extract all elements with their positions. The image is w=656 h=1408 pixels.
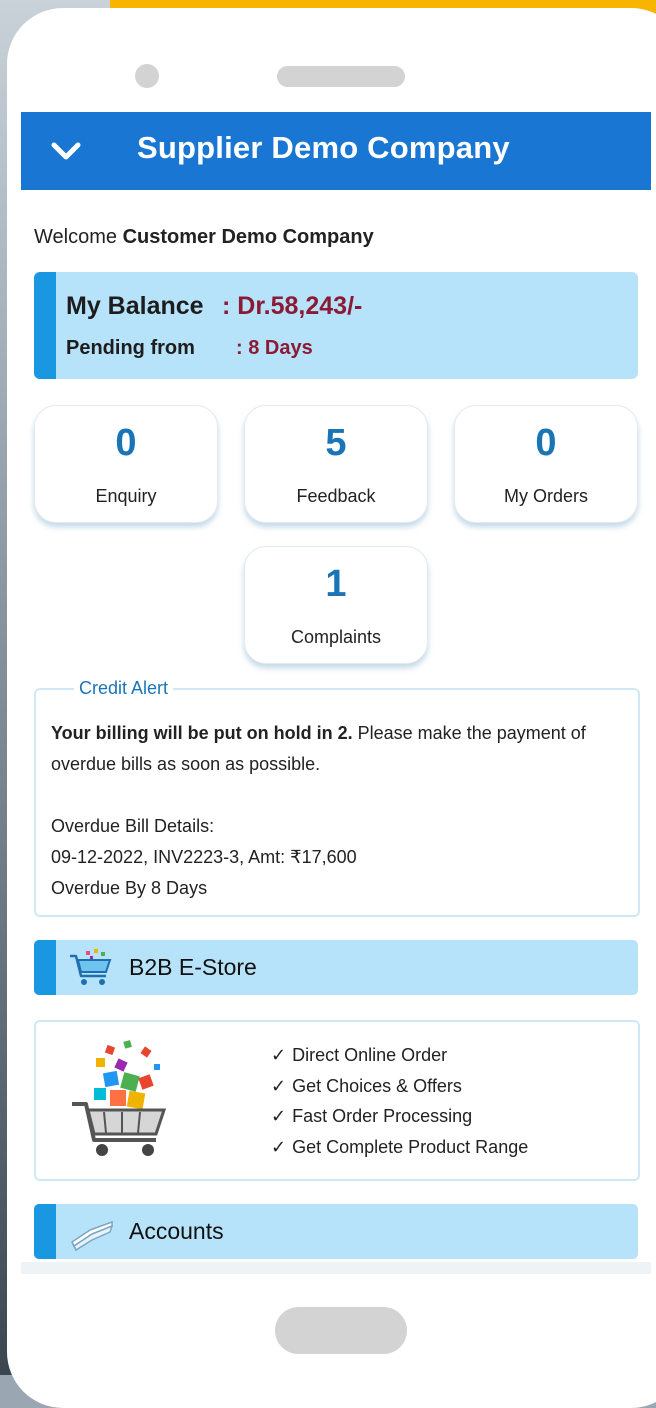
feature-text: Get Choices & Offers <box>292 1075 462 1096</box>
tile-my-orders[interactable]: 0 My Orders <box>454 405 638 523</box>
shopping-cart-icon <box>72 1040 167 1156</box>
estore-feature-list: ✓ Direct Online Order ✓ Get Choices & Offe… <box>271 1040 528 1162</box>
tile-label: My Orders <box>503 486 588 506</box>
app-screen: Supplier Demo Company Welcome Customer D… <box>21 112 651 1274</box>
feature-text: Get Complete Product Range <box>292 1136 529 1157</box>
section-title: B2B E-Store <box>129 954 257 980</box>
cart-icon <box>70 949 112 985</box>
balance-stripe <box>34 272 56 379</box>
section-title: Accounts <box>129 1218 224 1244</box>
estore-card[interactable]: ✓ Direct Online Order ✓ Get Choices & Offe… <box>34 1020 640 1181</box>
list-item: ✓ Get Complete Product Range <box>271 1132 528 1163</box>
credit-alert-bold: Your billing will be put on hold in 2. <box>51 723 353 743</box>
app-bar: Supplier Demo Company <box>21 112 651 190</box>
overdue-heading: Overdue Bill Details: <box>51 816 215 836</box>
tile-count: 0 <box>535 422 557 464</box>
section-stripe <box>34 1204 56 1259</box>
feature-text: Direct Online Order <box>292 1045 448 1065</box>
section-accounts[interactable]: Accounts <box>34 1204 638 1259</box>
pending-value: : 8 Days <box>236 337 313 359</box>
phone-speaker <box>277 66 405 87</box>
check-icon: ✓ <box>271 1106 287 1126</box>
pending-label: Pending from <box>66 337 195 359</box>
list-item: ✓ Fast Order Processing <box>271 1101 528 1132</box>
tile-enquiry[interactable]: 0 Enquiry <box>34 405 218 523</box>
balance-label: My Balance <box>66 292 204 320</box>
tile-count: 5 <box>325 422 347 464</box>
list-item: ✓ Direct Online Order <box>271 1040 528 1071</box>
section-stripe <box>34 940 56 995</box>
credit-alert-message: Your billing will be put on hold in 2. P… <box>51 718 626 780</box>
credit-alert-body: Your billing will be put on hold in 2. P… <box>51 718 626 904</box>
tile-label: Feedback <box>296 486 376 506</box>
welcome-prefix: Welcome <box>34 226 117 248</box>
check-icon: ✓ <box>271 1045 287 1065</box>
company-title[interactable]: Supplier Demo Company <box>137 130 510 166</box>
feature-text: Fast Order Processing <box>292 1106 473 1126</box>
phone-home-button[interactable] <box>275 1307 407 1354</box>
tile-feedback[interactable]: 5 Feedback <box>244 405 428 523</box>
overdue-days-line: Overdue By 8 Days <box>51 878 208 898</box>
tile-label: Enquiry <box>95 486 157 506</box>
tile-complaints[interactable]: 1 Complaints <box>244 546 428 664</box>
phone-camera <box>135 64 159 88</box>
tile-count: 1 <box>325 563 347 605</box>
screen-bottom-bar <box>21 1262 651 1274</box>
welcome-company: Customer Demo Company <box>122 226 374 248</box>
list-item: ✓ Get Choices & Offers <box>271 1071 528 1102</box>
section-b2b-estore[interactable]: B2B E-Store <box>34 940 638 995</box>
credit-alert-box: Credit Alert Your billing will be put on… <box>34 678 640 917</box>
balance-value: : Dr.58,243/- <box>222 292 363 320</box>
check-icon: ✓ <box>271 1136 287 1157</box>
check-icon: ✓ <box>271 1075 287 1096</box>
chevron-down-icon[interactable] <box>51 136 81 166</box>
tile-count: 0 <box>115 422 137 464</box>
overdue-bill-line: 09-12-2022, INV2223-3, Amt: ₹17,600 <box>51 847 357 867</box>
tile-label: Complaints <box>290 627 382 647</box>
book-icon <box>71 1220 114 1252</box>
credit-alert-title: Credit Alert <box>74 678 174 699</box>
balance-card[interactable]: My Balance : Dr.58,243/- Pending from : … <box>34 272 638 379</box>
welcome-text: Welcome Customer Demo Company <box>34 226 374 249</box>
